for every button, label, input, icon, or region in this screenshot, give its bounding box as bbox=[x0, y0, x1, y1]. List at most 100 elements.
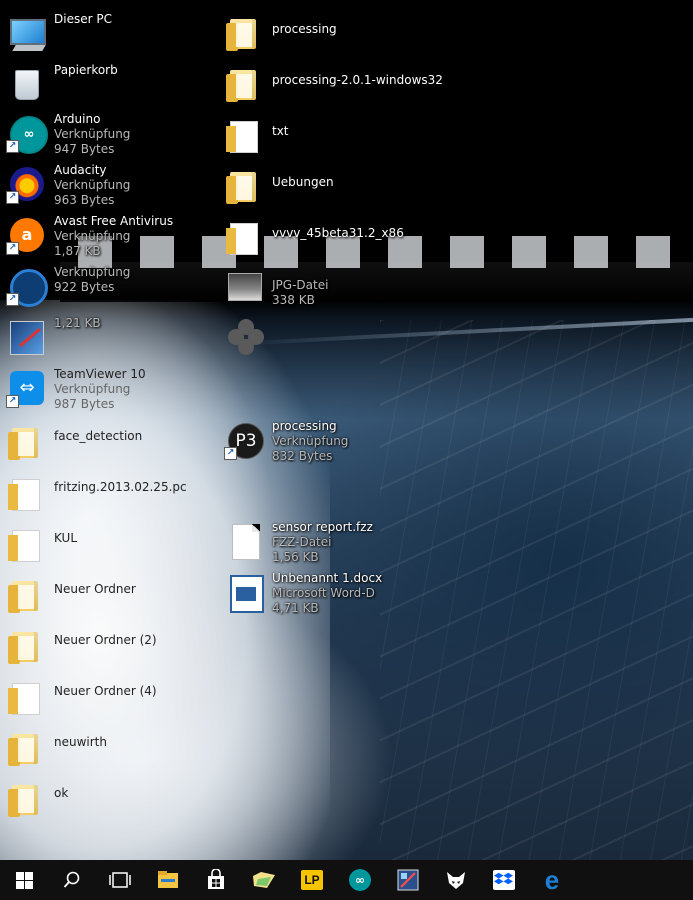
taskbar-fox-app[interactable] bbox=[432, 860, 480, 900]
icon-type: FZZ-Datei bbox=[272, 535, 332, 549]
desktop-icon-processing-folder[interactable]: processing bbox=[220, 10, 430, 56]
icon-size: 987 Bytes bbox=[54, 397, 115, 411]
task-view-icon bbox=[109, 872, 131, 888]
task-view-button[interactable] bbox=[96, 860, 144, 900]
taskbar-arduino-app[interactable]: ∞ bbox=[336, 860, 384, 900]
folder-icon bbox=[6, 677, 46, 717]
taskbar-edge-app[interactable]: e bbox=[528, 860, 576, 900]
desktop-icon-arduino[interactable]: ∞ ↗ Arduino Verknüpfung 947 Bytes bbox=[2, 110, 212, 156]
taskbar-paint-app[interactable] bbox=[384, 860, 432, 900]
icon-label: TeamViewer 10 bbox=[54, 367, 146, 381]
desktop-icon-shortcut-blue[interactable]: ↗ Verknüpfung 922 Bytes bbox=[2, 263, 212, 309]
icon-type: JPG-Datei bbox=[272, 278, 329, 292]
icon-label: Avast Free Antivirus bbox=[54, 214, 174, 228]
desktop-icon-papierkorb[interactable]: Papierkorb bbox=[2, 61, 212, 107]
arduino-icon: ∞ bbox=[349, 869, 371, 891]
icon-label: ok bbox=[54, 786, 69, 800]
icon-label: Papierkorb bbox=[54, 63, 118, 77]
icon-size: 1,87 KB bbox=[54, 244, 101, 258]
desktop-icon-face-detection[interactable]: face_detection bbox=[2, 419, 212, 465]
desktop-icon-kul[interactable]: KUL bbox=[2, 521, 212, 567]
icon-type: Verknüpfung bbox=[54, 382, 131, 396]
shortcut-arrow-icon: ↗ bbox=[6, 293, 19, 306]
icon-label: Arduino bbox=[54, 112, 101, 126]
computer-icon bbox=[6, 13, 46, 53]
desktop-icon-processing-shortcut[interactable]: P3 ↗ processing Verknüpfung 832 Bytes bbox=[220, 417, 430, 463]
shortcut-arrow-icon: ↗ bbox=[6, 242, 19, 255]
shortcut-arrow-icon: ↗ bbox=[224, 447, 237, 460]
icon-label: processing bbox=[272, 22, 337, 36]
search-button[interactable] bbox=[48, 860, 96, 900]
recycle-bin-icon bbox=[6, 64, 46, 104]
audacity-icon: ↗ bbox=[6, 164, 46, 204]
desktop-icon-clover-file[interactable] bbox=[220, 314, 430, 360]
icon-size: 1,56 KB bbox=[272, 550, 319, 564]
desktop-icon-vvvv[interactable]: vvvv_45beta31.2_x86 bbox=[220, 214, 430, 260]
shortcut-arrow-icon: ↗ bbox=[6, 191, 19, 204]
desktop-icon-ok[interactable]: ok bbox=[2, 776, 212, 822]
taskbar-store[interactable] bbox=[192, 860, 240, 900]
paint-icon bbox=[397, 869, 419, 891]
icon-label: Unbenannt 1.docx bbox=[272, 571, 383, 585]
desktop-icon-jpg-file[interactable]: JPG-Datei 338 KB bbox=[220, 266, 430, 312]
taskbar-file-explorer[interactable] bbox=[144, 860, 192, 900]
folder-icon bbox=[6, 473, 46, 513]
folder-icon bbox=[224, 115, 264, 155]
fox-icon bbox=[447, 872, 465, 889]
icon-type: Microsoft Word-D bbox=[272, 586, 375, 600]
desktop-icon-shortcut-paint[interactable]: 1,21 KB bbox=[2, 314, 212, 360]
desktop-icon-neuwirth[interactable]: neuwirth bbox=[2, 725, 212, 771]
desktop-icon-sensor-report[interactable]: sensor report.fzz FZZ-Datei 1,56 KB bbox=[220, 518, 430, 564]
desktop-icon-neuer-ordner-4[interactable]: Neuer Ordner (4) bbox=[2, 674, 212, 720]
desktop-icon-teamviewer[interactable]: ⇔ ↗ TeamViewer 10 Verknüpfung 987 Bytes bbox=[2, 365, 212, 411]
taskbar-folder-app[interactable] bbox=[240, 860, 288, 900]
word-document-icon bbox=[224, 572, 264, 613]
taskbar: LP ∞ e bbox=[0, 860, 693, 900]
icon-type: Verknüpfung bbox=[54, 265, 131, 279]
icon-label: neuwirth bbox=[54, 735, 107, 749]
avast-icon: a ↗ bbox=[6, 215, 46, 255]
taskbar-lp-app[interactable]: LP bbox=[288, 860, 336, 900]
folder-icon bbox=[224, 166, 264, 206]
folder-icon bbox=[6, 524, 46, 564]
desktop-icon-processing-2-0-1[interactable]: processing-2.0.1-windows32 bbox=[220, 61, 443, 107]
icon-label: processing-2.0.1-windows32 bbox=[272, 73, 443, 87]
folder-icon bbox=[224, 64, 264, 104]
windows-logo-icon bbox=[15, 871, 33, 889]
icon-label: txt bbox=[272, 124, 289, 138]
store-icon bbox=[208, 869, 224, 889]
icon-size: 922 Bytes bbox=[54, 280, 115, 294]
desktop-icon-avast[interactable]: a ↗ Avast Free Antivirus Verknüpfung 1,87… bbox=[2, 212, 212, 258]
icon-size: 338 KB bbox=[272, 293, 315, 307]
icon-label: fritzing.2013.02.25.pc bbox=[54, 480, 187, 494]
desktop-icon-dieser-pc[interactable]: Dieser PC bbox=[2, 10, 212, 56]
folder-icon bbox=[6, 575, 46, 615]
lp-icon: LP bbox=[301, 870, 323, 890]
dropbox-icon bbox=[493, 870, 515, 890]
desktop-icon-txt[interactable]: txt bbox=[220, 112, 430, 158]
desktop-icon-neuer-ordner[interactable]: Neuer Ordner bbox=[2, 572, 212, 618]
taskbar-dropbox-app[interactable] bbox=[480, 860, 528, 900]
desktop-icon-unbenannt-docx[interactable]: Unbenannt 1.docx Microsoft Word-D 4,71 K… bbox=[220, 569, 430, 615]
desktop-icon-fritzing[interactable]: fritzing.2013.02.25.pc bbox=[2, 470, 212, 516]
icon-label: face_detection bbox=[54, 429, 143, 443]
folder-app-icon bbox=[253, 872, 275, 888]
folder-icon bbox=[6, 422, 46, 462]
file-explorer-icon bbox=[158, 871, 178, 888]
icon-type: Verknüpfung bbox=[272, 434, 349, 448]
desktop-icon-neuer-ordner-2[interactable]: Neuer Ordner (2) bbox=[2, 623, 212, 669]
desktop-icon-uebungen[interactable]: Uebungen bbox=[220, 163, 430, 209]
search-icon bbox=[63, 871, 80, 888]
folder-icon bbox=[224, 13, 264, 53]
folder-icon bbox=[6, 626, 46, 666]
start-button[interactable] bbox=[0, 860, 48, 900]
icon-type: Verknüpfung bbox=[54, 127, 131, 141]
icon-type: Verknüpfung bbox=[54, 229, 131, 243]
clover-icon bbox=[224, 317, 264, 357]
icon-label: Audacity bbox=[54, 163, 107, 177]
icon-type: Verknüpfung bbox=[54, 178, 131, 192]
paint-icon bbox=[6, 317, 46, 357]
icon-label: sensor report.fzz bbox=[272, 520, 373, 534]
icon-label: KUL bbox=[54, 531, 78, 545]
desktop-icon-audacity[interactable]: ↗ Audacity Verknüpfung 963 Bytes bbox=[2, 161, 212, 207]
